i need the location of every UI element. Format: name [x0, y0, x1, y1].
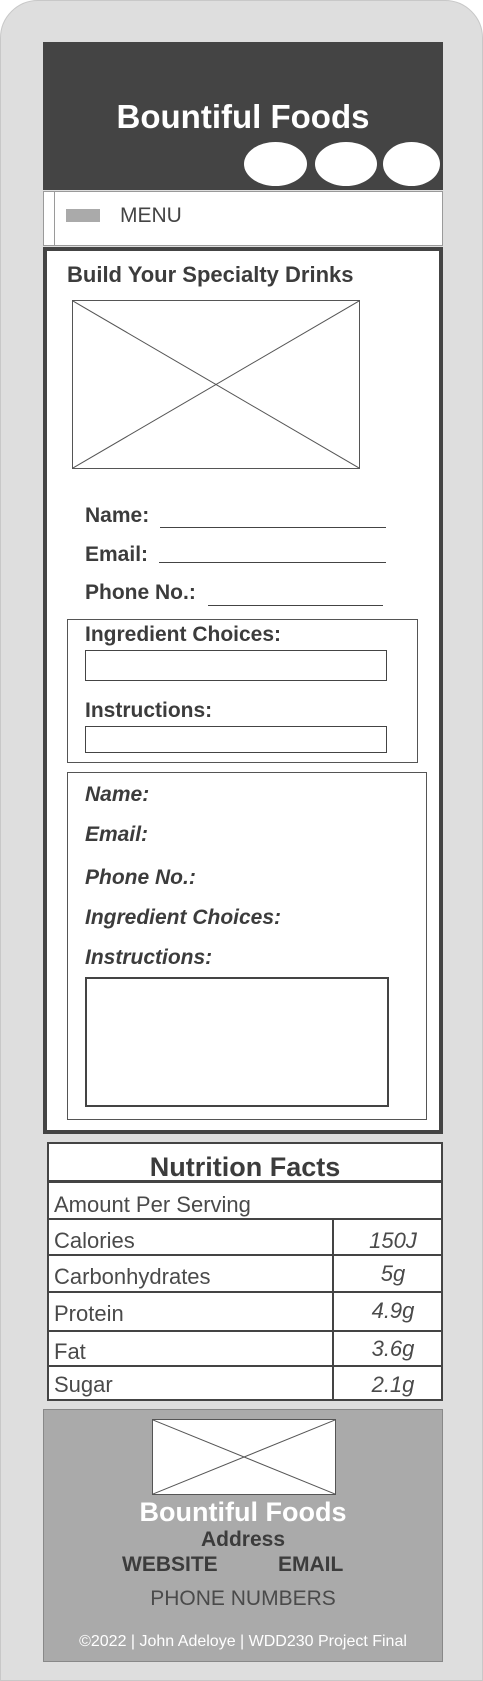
section-title: Build Your Specialty Drinks [67, 262, 354, 287]
table-rule [49, 1254, 441, 1256]
summary-email-label: Email: [85, 823, 149, 846]
phone-input[interactable] [208, 605, 383, 606]
name-input[interactable] [160, 527, 386, 528]
nutrient-label: Sugar [54, 1372, 113, 1397]
drink-builder-section: Build Your Specialty Drinks Name: Email:… [43, 247, 443, 1134]
email-label: Email: [85, 543, 149, 566]
image-placeholder-icon [153, 1420, 335, 1494]
nutrition-facts-table: Nutrition Facts Amount Per Serving Calor… [47, 1142, 443, 1401]
footer-phone: PHONE NUMBERS [150, 1587, 336, 1610]
nutrient-label: Fat [54, 1339, 86, 1364]
summary-instructions-label: Instructions: [85, 946, 213, 969]
nutrient-label: Protein [54, 1301, 124, 1326]
drink-image-placeholder [72, 300, 360, 469]
table-rule [49, 1365, 441, 1367]
summary-name-label: Name: [85, 783, 150, 806]
nutrient-value: 150J [369, 1228, 417, 1253]
footer-address: Address [200, 1528, 286, 1551]
email-input[interactable] [159, 562, 386, 563]
nav-divider [54, 192, 55, 245]
nutrient-label: Calories [54, 1228, 135, 1253]
nutrition-title: Nutrition Facts [149, 1152, 341, 1182]
nutrient-value: 4.9g [371, 1298, 415, 1323]
footer-copyright: ©2022 | John Adeloye | WDD230 Project Fi… [79, 1633, 407, 1650]
social-icon[interactable] [315, 142, 377, 186]
device-frame: Bountiful Foods MENU Build Your Specialt… [0, 0, 483, 1681]
brand-title: Bountiful Foods [116, 98, 370, 135]
table-rule [49, 1180, 441, 1183]
social-icon[interactable] [244, 142, 307, 186]
footer-brand: Bountiful Foods [139, 1497, 347, 1527]
ingredients-select[interactable] [85, 650, 387, 681]
table-rule [49, 1291, 441, 1293]
logo-placeholder [152, 1419, 336, 1495]
serving-label: Amount Per Serving [54, 1192, 251, 1217]
image-placeholder-icon [73, 301, 359, 468]
phone-label: Phone No.: [85, 581, 196, 604]
table-rule [49, 1330, 441, 1332]
site-footer: Bountiful Foods Address WEBSITE EMAIL PH… [43, 1409, 443, 1662]
nutrient-label: Carbonhydrates [54, 1264, 211, 1289]
name-label: Name: [85, 504, 150, 527]
order-summary: Name: Email: Phone No.: Ingredient Choic… [67, 772, 427, 1120]
nutrient-value: 2.1g [371, 1372, 415, 1397]
summary-phone-label: Phone No.: [85, 866, 196, 889]
nutrient-value: 3.6g [371, 1336, 415, 1361]
nav-bar: MENU [43, 191, 443, 246]
menu-button[interactable]: MENU [120, 204, 182, 228]
ingredients-group: Ingredient Choices: Instructions: [67, 619, 418, 763]
table-column-divider [332, 1218, 334, 1399]
social-icon[interactable] [383, 142, 440, 186]
instructions-label: Instructions: [85, 699, 213, 722]
instructions-input[interactable] [85, 726, 387, 753]
footer-email-link[interactable]: EMAIL [278, 1553, 343, 1577]
summary-ingredients-label: Ingredient Choices: [85, 906, 282, 929]
footer-website-link[interactable]: WEBSITE [122, 1553, 218, 1577]
summary-instructions-box [85, 977, 389, 1107]
site-header: Bountiful Foods [43, 42, 443, 190]
hamburger-icon[interactable] [66, 209, 100, 222]
table-rule [49, 1218, 441, 1220]
ingredients-label: Ingredient Choices: [85, 623, 282, 646]
nutrient-value: 5g [380, 1261, 406, 1286]
